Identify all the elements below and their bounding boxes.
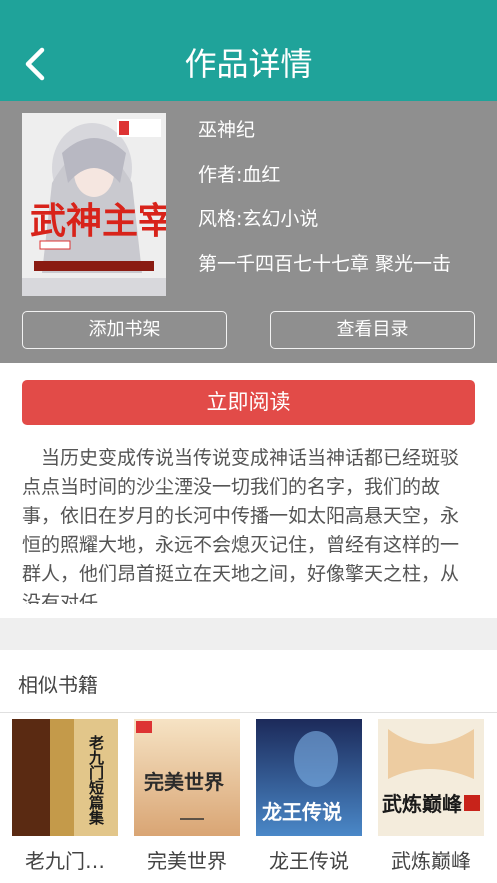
add-to-shelf-button[interactable]: 添加书架 [22, 311, 227, 349]
similar-books-heading: 相似书籍 [18, 673, 98, 697]
similar-book-title: 龙王传说 [269, 849, 349, 873]
cover-art-text: 武神主宰 [30, 200, 166, 242]
synopsis-text: 当历史变成传说当传说变成神话当神话都已经斑驳点点当时间的沙尘湮没一切我们的名字，… [22, 447, 460, 604]
read-now-button[interactable]: 立即阅读 [22, 380, 475, 425]
book-genre: 风格:玄幻小说 [198, 208, 319, 230]
cover-text: 老九门短篇集 [87, 734, 105, 826]
synopsis[interactable]: 当历史变成传说当传说变成神话当神话都已经斑驳点点当时间的沙尘湮没一切我们的名字，… [22, 444, 477, 604]
cover-text: 武炼巅峰 [382, 792, 462, 816]
section-divider [0, 618, 497, 650]
divider [0, 712, 497, 713]
similar-book-cover: 龙王传说 [256, 719, 362, 836]
book-info-panel: 武神主宰 巫神纪 作者:血红 风格:玄幻小说 第一千四百七十七章 聚光一击 添加… [0, 101, 497, 363]
app-header: 作品详情 [0, 0, 497, 101]
similar-book-cover: 武炼巅峰 [378, 719, 484, 836]
cover-text: 龙王传说 [262, 800, 342, 824]
latest-chapter[interactable]: 第一千四百七十七章 聚光一击 [198, 251, 488, 277]
book-author: 作者:血红 [198, 164, 281, 186]
cover-text: 完美世界 [144, 770, 224, 794]
page-title: 作品详情 [184, 45, 313, 83]
similar-book-title: 武炼巅峰 [391, 849, 471, 873]
similar-book-cover: 老九门短篇集 [12, 719, 118, 836]
similar-book-title: 完美世界 [147, 849, 227, 873]
book-cover: 武神主宰 [22, 113, 166, 296]
book-title: 巫神纪 [198, 119, 256, 141]
view-catalog-button[interactable]: 查看目录 [270, 311, 475, 349]
similar-book-cover: 完美世界 [134, 719, 240, 836]
similar-book-title: 老九门… [25, 849, 105, 873]
